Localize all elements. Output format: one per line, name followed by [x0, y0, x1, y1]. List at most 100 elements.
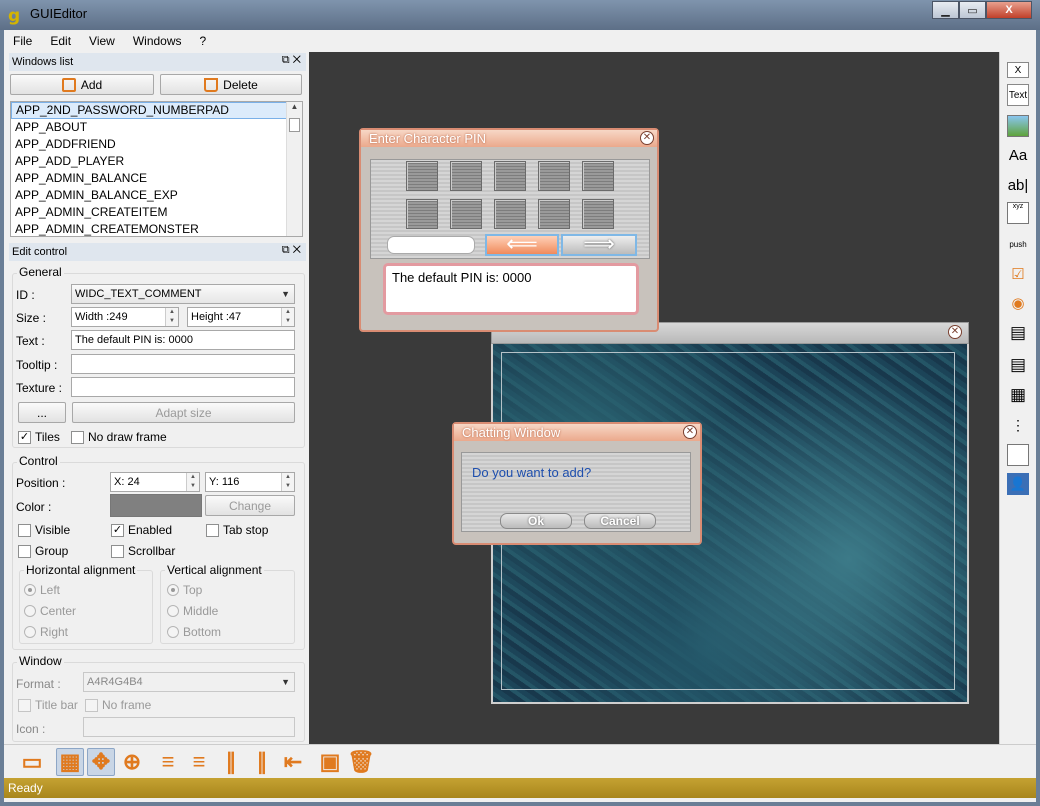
list-item[interactable]: APP_ADMIN_CREATEITEM [11, 204, 302, 221]
list-item[interactable]: APP_ADMIN_BALANCE [11, 170, 302, 187]
no-frame-checkbox[interactable]: No frame [85, 698, 151, 712]
move-icon[interactable]: ✥ [87, 748, 115, 776]
tool-radio-icon[interactable]: ◉ [1007, 292, 1029, 314]
pin-key[interactable] [494, 161, 526, 191]
enabled-checkbox[interactable]: ✓ Enabled [111, 523, 172, 537]
scroll-up-icon[interactable]: ▲ [287, 102, 302, 116]
pin-key[interactable] [582, 199, 614, 229]
format-select[interactable]: A4R4G4B4 ▼ [83, 672, 295, 692]
list-item[interactable]: APP_2ND_PASSWORD_NUMBERPAD [11, 102, 302, 119]
tool-xyz-icon[interactable]: xyz [1007, 202, 1029, 224]
close-button[interactable]: X [986, 1, 1032, 19]
h-left-radio[interactable]: Left [24, 583, 60, 597]
crosshair-icon[interactable]: ⊕ [118, 748, 146, 776]
pin-key[interactable] [582, 161, 614, 191]
pin-key[interactable] [538, 199, 570, 229]
tool-close-button[interactable]: X [1007, 62, 1029, 78]
close-icon[interactable]: ✕ [683, 425, 697, 439]
tiles-checkbox[interactable]: ✓ Tiles [18, 430, 60, 444]
windows-list[interactable]: APP_2ND_PASSWORD_NUMBERPAD APP_ABOUT APP… [10, 101, 303, 237]
save-icon[interactable]: ▭ [18, 748, 46, 776]
spin-arrows-icon[interactable]: ▲ ▼ [281, 473, 294, 491]
list-scrollbar[interactable]: ▲ [286, 102, 302, 236]
maximize-button[interactable]: ▭ [959, 1, 986, 19]
grid-icon[interactable]: ▦ [56, 748, 84, 776]
pin-key[interactable] [406, 199, 438, 229]
scroll-thumb[interactable] [289, 118, 300, 132]
add-window-button[interactable]: Add [10, 74, 154, 95]
panel-float-close-icon[interactable]: ⧉✕ [282, 54, 304, 67]
id-select[interactable]: WIDC_TEXT_COMMENT ▼ [71, 284, 295, 304]
change-color-button[interactable]: Change [205, 495, 295, 516]
right-arrow-icon[interactable]: ⟹ [561, 233, 637, 256]
exit-icon[interactable]: ⇤ [279, 748, 307, 776]
menu-windows[interactable]: Windows [124, 34, 191, 48]
tool-image-icon[interactable] [1007, 115, 1029, 137]
v-top-radio[interactable]: Top [167, 583, 202, 597]
icon-field[interactable] [83, 717, 295, 737]
tool-checkbox-icon[interactable]: ☑ [1007, 263, 1029, 285]
scrollbar-checkbox[interactable]: Scrollbar [111, 544, 175, 558]
add-window-toolbar-icon[interactable]: ▣ [316, 748, 344, 776]
close-icon[interactable]: ✕ [948, 325, 962, 339]
text-field[interactable]: The default PIN is: 0000 [71, 330, 295, 350]
title-bar-checkbox[interactable]: Title bar [18, 698, 78, 712]
width-spinbox[interactable]: Width :249 ▲ ▼ [71, 307, 179, 327]
pin-key[interactable] [450, 199, 482, 229]
list-item[interactable]: APP_ADD_PLAYER [11, 153, 302, 170]
pin-key[interactable] [538, 161, 570, 191]
tab-stop-checkbox[interactable]: Tab stop [206, 523, 268, 537]
spin-arrows-icon[interactable]: ▲ ▼ [165, 308, 178, 326]
no-draw-frame-checkbox[interactable]: No draw frame [71, 430, 167, 444]
menu-help[interactable]: ? [191, 34, 216, 48]
color-swatch[interactable] [110, 494, 202, 517]
align-bottom-icon[interactable]: ∥ [248, 748, 276, 776]
chat-window[interactable]: Chatting Window ✕ Do you want to add? Ok… [452, 422, 702, 545]
group-checkbox[interactable]: Group [18, 544, 68, 558]
position-y-spinbox[interactable]: Y: 116 ▲ ▼ [205, 472, 295, 492]
pin-window[interactable]: Enter Character PIN ✕ ⟸ ⟹ The default PI… [359, 128, 659, 332]
design-canvas[interactable]: ✕ Enter Character PIN ✕ ⟸ ⟹ The default … [309, 52, 999, 744]
minimize-button[interactable]: ▁ [932, 1, 959, 19]
height-spinbox[interactable]: Height :47 ▲ ▼ [187, 307, 295, 327]
browse-texture-button[interactable]: ... [18, 402, 66, 423]
align-right-icon[interactable]: ≡ [185, 748, 213, 776]
cancel-button[interactable]: Cancel [584, 513, 656, 529]
list-item[interactable]: APP_ADMIN_CREATEMONSTER [11, 221, 302, 236]
pin-comment-text[interactable]: The default PIN is: 0000 [383, 263, 639, 315]
panel-float-close-icon[interactable]: ⧉✕ [282, 244, 304, 257]
v-bottom-radio[interactable]: Bottom [167, 625, 221, 639]
position-x-spinbox[interactable]: X: 24 ▲ ▼ [110, 472, 200, 492]
tool-user-icon[interactable]: 👤 [1007, 473, 1029, 495]
tool-listbox-icon[interactable]: ▤ [1007, 322, 1029, 344]
adapt-size-button[interactable]: Adapt size [72, 402, 295, 423]
tool-edit-icon[interactable]: ab| [1007, 174, 1029, 196]
tool-tree-icon[interactable]: ⋮ [1007, 414, 1029, 436]
pin-key[interactable] [494, 199, 526, 229]
spin-arrows-icon[interactable]: ▲ ▼ [281, 308, 294, 326]
menu-view[interactable]: View [80, 34, 124, 48]
tool-grid-icon[interactable]: ▦ [1007, 384, 1029, 406]
visible-checkbox[interactable]: Visible [18, 523, 70, 537]
tooltip-field[interactable] [71, 354, 295, 374]
tool-font-icon[interactable]: Aa [1007, 144, 1029, 166]
tool-text-button[interactable]: Text [1007, 84, 1029, 106]
pin-key[interactable] [450, 161, 482, 191]
menu-edit[interactable]: Edit [41, 34, 80, 48]
v-middle-radio[interactable]: Middle [167, 604, 218, 618]
tool-push-icon[interactable]: push [1007, 233, 1029, 255]
align-top-icon[interactable]: ∥ [217, 748, 245, 776]
list-item[interactable]: APP_ABOUT [11, 119, 302, 136]
pin-key[interactable] [406, 161, 438, 191]
pin-input[interactable] [387, 236, 475, 254]
close-icon[interactable]: ✕ [640, 131, 654, 145]
menu-file[interactable]: File [4, 34, 41, 48]
delete-toolbar-icon[interactable]: 🗑 [347, 748, 375, 776]
tool-panel-icon[interactable] [1007, 444, 1029, 466]
ok-button[interactable]: Ok [500, 513, 572, 529]
h-right-radio[interactable]: Right [24, 625, 68, 639]
texture-field[interactable] [71, 377, 295, 397]
left-arrow-icon[interactable]: ⟸ [485, 233, 559, 256]
h-center-radio[interactable]: Center [24, 604, 76, 618]
spin-arrows-icon[interactable]: ▲ ▼ [186, 473, 199, 491]
